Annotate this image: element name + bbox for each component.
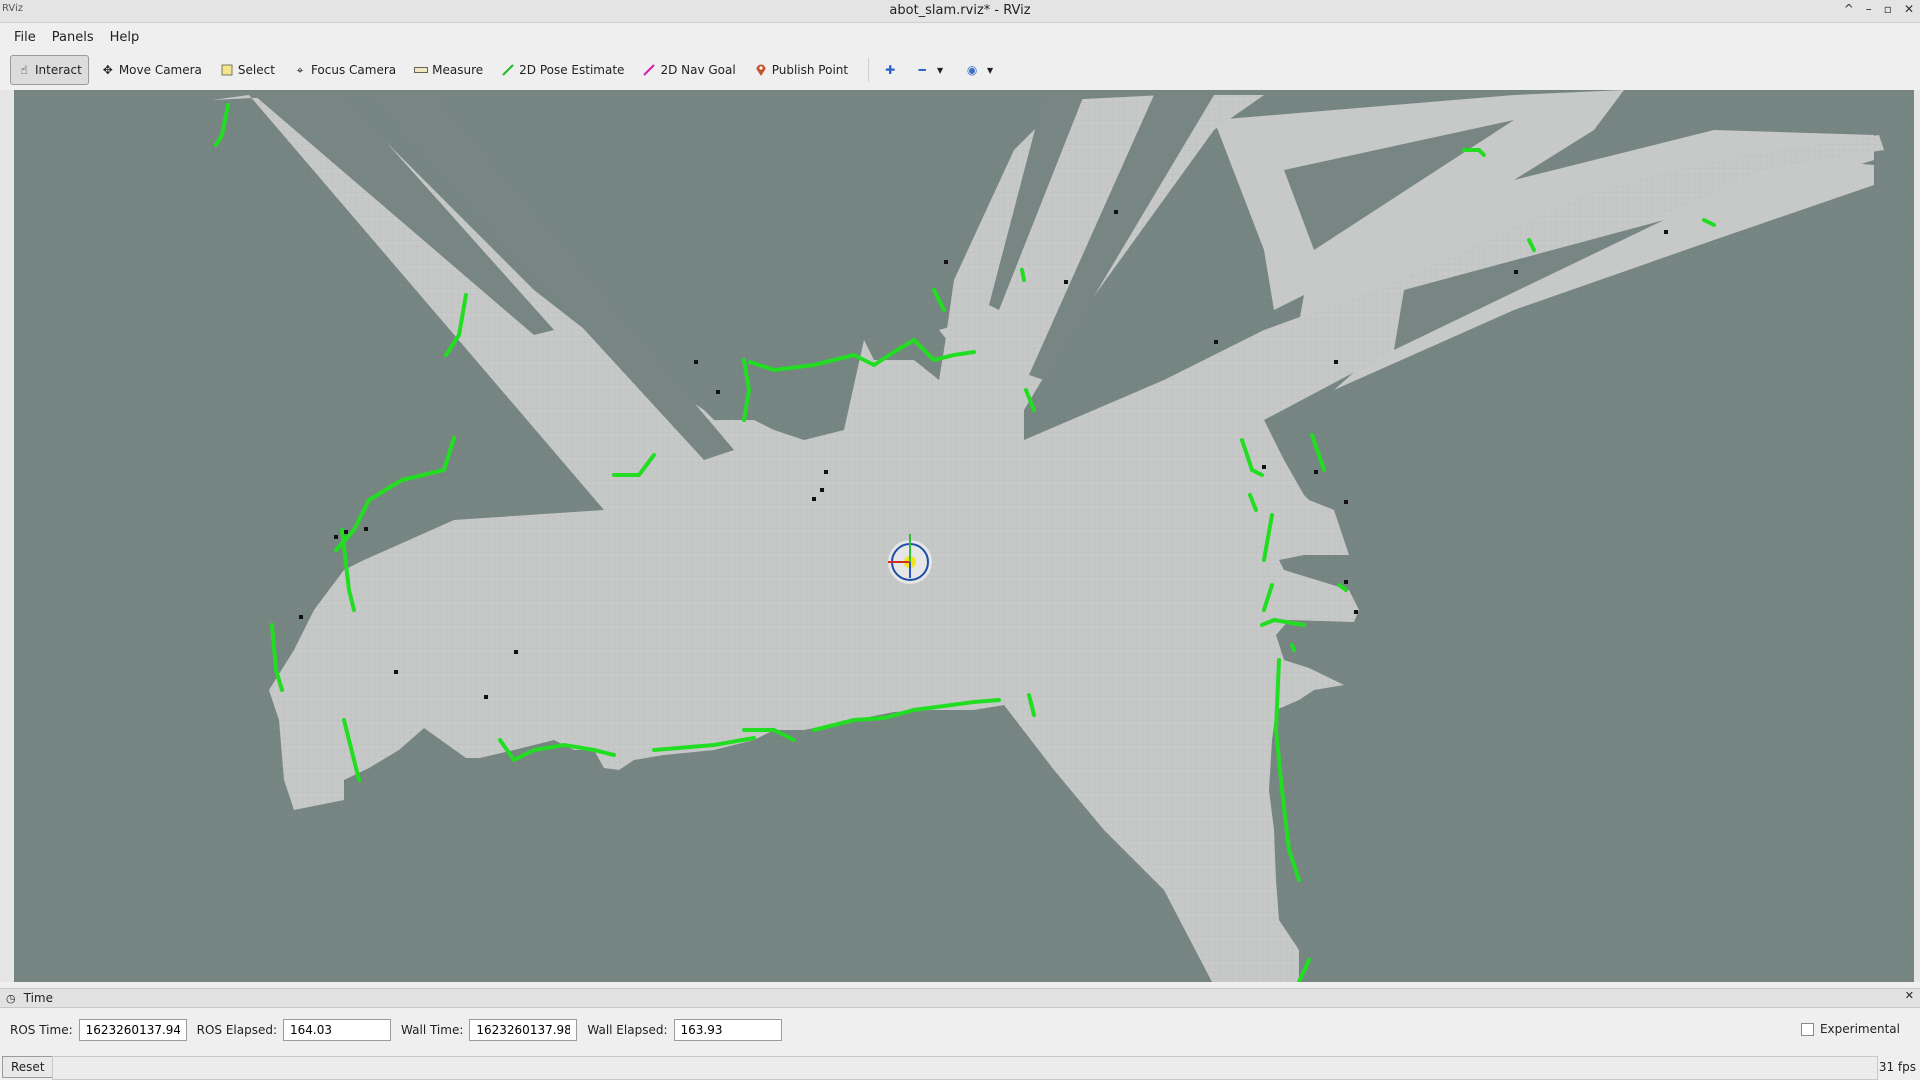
nav-goal-label: 2D Nav Goal — [660, 63, 736, 77]
select-label: Select — [237, 63, 275, 77]
clock-icon: ◷ — [6, 991, 16, 1005]
ros-time-field[interactable] — [78, 1019, 187, 1041]
remove-tool-button[interactable]: ━ ▼ — [909, 55, 953, 85]
right-dock-handle[interactable] — [1914, 90, 1920, 982]
publish-point-tool-button[interactable]: Publish Point — [748, 55, 854, 85]
wall-time-label: Wall Time: — [401, 1023, 464, 1037]
plus-icon: ✚ — [885, 63, 896, 77]
menu-help[interactable]: Help — [102, 30, 148, 45]
window-shade-button[interactable]: ^ — [1844, 2, 1854, 16]
ros-elapsed-field[interactable] — [283, 1019, 392, 1041]
ros-time-label: ROS Time: — [10, 1023, 73, 1037]
move-camera-label: Move Camera — [118, 63, 202, 77]
window-minimize-button[interactable]: – — [1866, 2, 1872, 16]
window-close-button[interactable]: ✕ — [1904, 2, 1914, 16]
interact-label: Interact — [35, 63, 82, 77]
move-camera-tool-button[interactable]: ✥ Move Camera — [95, 55, 208, 85]
select-tool-button[interactable]: Select — [214, 55, 281, 85]
pose-estimate-tool-button[interactable]: 2D Pose Estimate — [495, 55, 630, 85]
wall-elapsed-label: Wall Elapsed: — [587, 1023, 668, 1037]
nav-goal-tool-button[interactable]: 2D Nav Goal — [636, 55, 741, 85]
chevron-down-icon: ▼ — [937, 65, 944, 75]
title-bar: RViz abot_slam.rviz* - RViz ^ – ▫ ✕ — [0, 0, 1920, 23]
time-panel: ROS Time: ROS Elapsed: Wall Time: Wall E… — [0, 1016, 1920, 1044]
wall-time-field[interactable] — [469, 1019, 578, 1041]
ros-elapsed-label: ROS Elapsed: — [196, 1023, 278, 1037]
experimental-label: Experimental — [1819, 1022, 1900, 1036]
measure-label: Measure — [432, 63, 484, 77]
publish-point-label: Publish Point — [771, 63, 849, 77]
menu-file[interactable]: File — [6, 30, 44, 45]
publish-point-icon — [754, 63, 768, 77]
toolbar-separator — [868, 58, 870, 82]
time-panel-header: ◷ Time ✕ — [0, 988, 1920, 1008]
tool-bar: ☝ Interact ✥ Move Camera Select ⌖ Focus … — [0, 52, 1920, 88]
window-maximize-button[interactable]: ▫ — [1884, 2, 1892, 16]
chevron-down-icon: ▼ — [987, 65, 994, 75]
status-message-area — [52, 1056, 1878, 1080]
nav-goal-icon — [642, 63, 656, 77]
window-controls: ^ – ▫ ✕ — [1844, 2, 1914, 16]
measure-icon — [414, 63, 429, 77]
fps-counter: 31 fps — [1878, 1060, 1916, 1074]
render-viewport-3d[interactable] — [14, 90, 1920, 982]
status-bar: Reset 31 fps — [0, 1054, 1920, 1080]
measure-tool-button[interactable]: Measure — [408, 55, 489, 85]
time-panel-title: Time — [23, 991, 53, 1005]
occupancy-grid-map — [14, 90, 1920, 982]
wall-elapsed-field[interactable] — [673, 1019, 782, 1041]
menu-bar: File Panels Help — [0, 24, 1920, 50]
focus-camera-label: Focus Camera — [310, 63, 397, 77]
experimental-checkbox[interactable] — [1800, 1022, 1814, 1036]
hand-cursor-icon: ☝ — [20, 63, 28, 77]
menu-panels[interactable]: Panels — [44, 30, 102, 45]
pose-estimate-label: 2D Pose Estimate — [519, 63, 625, 77]
camera-view-button[interactable]: ◉ ▼ — [959, 55, 1003, 85]
add-tool-button[interactable]: ✚ — [877, 55, 903, 85]
window-title: abot_slam.rviz* - RViz — [889, 3, 1031, 18]
close-icon[interactable]: ✕ — [1905, 989, 1914, 1002]
left-dock-handle[interactable] — [0, 90, 15, 982]
experimental-toggle[interactable]: Experimental — [1800, 1022, 1900, 1036]
focus-camera-icon: ⌖ — [296, 62, 304, 77]
minus-icon: ━ — [918, 63, 926, 77]
move-camera-icon: ✥ — [102, 63, 113, 77]
focus-camera-tool-button[interactable]: ⌖ Focus Camera — [287, 55, 402, 85]
reset-button[interactable]: Reset — [2, 1056, 54, 1078]
pose-estimate-icon — [501, 63, 515, 77]
select-icon — [220, 63, 234, 77]
camera-view-icon: ◉ — [966, 63, 978, 77]
interact-tool-button[interactable]: ☝ Interact — [10, 55, 89, 85]
